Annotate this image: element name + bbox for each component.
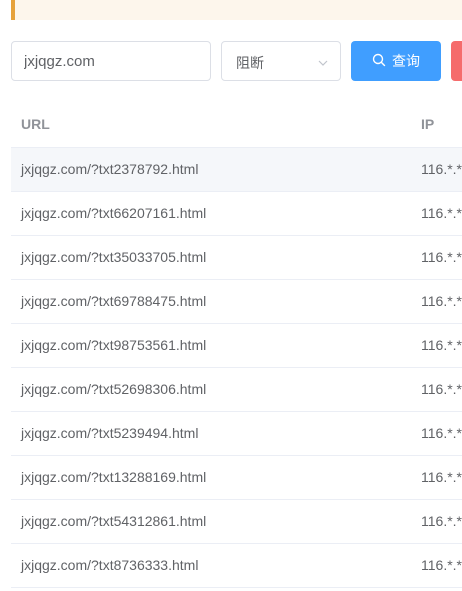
ip-cell: 116.*.* bbox=[421, 337, 462, 353]
table-row[interactable]: jxjqgz.com/?txt5239494.html 116.*.* bbox=[11, 412, 462, 456]
ip-cell: 116.*.* bbox=[421, 513, 462, 529]
ip-cell: 116.*.* bbox=[421, 469, 462, 485]
danger-button[interactable] bbox=[451, 41, 462, 81]
ip-cell: 116.*.* bbox=[421, 381, 462, 397]
page: 阻断 查询 URL IP jxjqgz.com/?txt2378792.html… bbox=[0, 0, 462, 591]
table-row[interactable]: jxjqgz.com/?txt54312861.html 116.*.* bbox=[11, 500, 462, 544]
notice-bar bbox=[11, 0, 462, 20]
url-cell: jxjqgz.com/?txt66207161.html bbox=[21, 205, 207, 221]
results-table: URL IP jxjqgz.com/?txt2378792.html 116.*… bbox=[11, 101, 462, 588]
search-input[interactable] bbox=[11, 41, 211, 81]
table-row[interactable]: jxjqgz.com/?txt98753561.html 116.*.* bbox=[11, 324, 462, 368]
url-cell: jxjqgz.com/?txt13288169.html bbox=[21, 469, 207, 485]
table-row[interactable]: jxjqgz.com/?txt66207161.html 116.*.* bbox=[11, 192, 462, 236]
url-cell: jxjqgz.com/?txt69788475.html bbox=[21, 293, 207, 309]
url-cell: jxjqgz.com/?txt54312861.html bbox=[21, 513, 207, 529]
ip-cell: 116.*.* bbox=[421, 557, 462, 573]
column-header-url: URL bbox=[21, 116, 50, 132]
table-row[interactable]: jxjqgz.com/?txt8736333.html 116.*.* bbox=[11, 544, 462, 588]
table-row[interactable]: jxjqgz.com/?txt13288169.html 116.*.* bbox=[11, 456, 462, 500]
table-row[interactable]: jxjqgz.com/?txt69788475.html 116.*.* bbox=[11, 280, 462, 324]
filter-select[interactable]: 阻断 bbox=[221, 41, 341, 81]
table-header: URL IP bbox=[11, 101, 462, 148]
url-cell: jxjqgz.com/?txt5239494.html bbox=[21, 425, 199, 441]
search-icon bbox=[372, 53, 386, 70]
ip-cell: 116.*.* bbox=[421, 249, 462, 265]
table-row[interactable]: jxjqgz.com/?txt35033705.html 116.*.* bbox=[11, 236, 462, 280]
query-button-label: 查询 bbox=[392, 54, 420, 70]
url-cell: jxjqgz.com/?txt8736333.html bbox=[21, 557, 199, 573]
ip-cell: 116.*.* bbox=[421, 425, 462, 441]
table-row[interactable]: jxjqgz.com/?txt52698306.html 116.*.* bbox=[11, 368, 462, 412]
chevron-down-icon bbox=[317, 56, 329, 74]
url-cell: jxjqgz.com/?txt98753561.html bbox=[21, 337, 207, 353]
ip-cell: 116.*.* bbox=[421, 205, 462, 221]
table-row[interactable]: jxjqgz.com/?txt2378792.html 116.*.* bbox=[11, 148, 462, 192]
ip-cell: 116.*.* bbox=[421, 293, 462, 309]
ip-cell: 116.*.* bbox=[421, 161, 462, 177]
url-cell: jxjqgz.com/?txt52698306.html bbox=[21, 381, 207, 397]
filter-select-value: 阻断 bbox=[236, 56, 264, 72]
url-cell: jxjqgz.com/?txt35033705.html bbox=[21, 249, 207, 265]
query-button[interactable]: 查询 bbox=[351, 41, 441, 81]
url-cell: jxjqgz.com/?txt2378792.html bbox=[21, 161, 199, 177]
column-header-ip: IP bbox=[421, 116, 435, 132]
